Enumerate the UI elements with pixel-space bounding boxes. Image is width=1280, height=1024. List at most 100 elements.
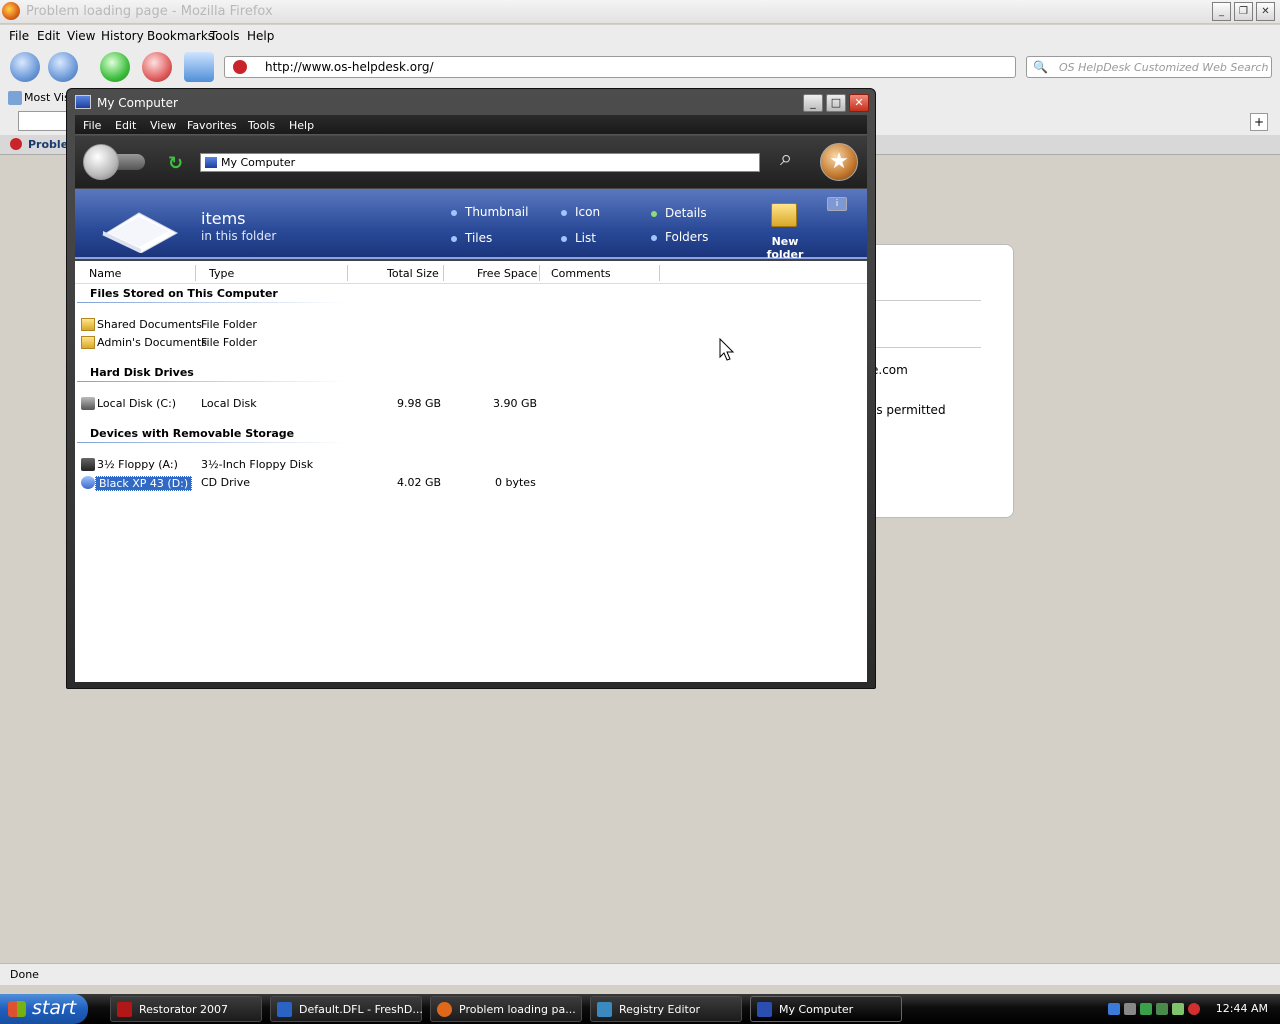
mc-menu-favorites[interactable]: Favorites	[187, 119, 237, 132]
mc-menu-edit[interactable]: Edit	[115, 119, 136, 132]
toolbar-input[interactable]	[18, 111, 68, 131]
menu-help[interactable]: Help	[247, 29, 274, 43]
list-item-local-disk-c[interactable]: Local Disk (C:) Local Disk 9.98 GB 3.90 …	[75, 395, 867, 413]
my-computer-window: My Computer _ □ ✕ File Edit View Favorit…	[66, 88, 876, 689]
minimize-button[interactable]: _	[1212, 2, 1231, 21]
column-free-space[interactable]: Free Space	[477, 267, 537, 280]
column-name[interactable]: Name	[89, 267, 121, 280]
group-header-files-stored[interactable]: Files Stored on This Computer	[90, 287, 278, 300]
reload-button[interactable]	[100, 52, 130, 82]
group-header-hard-disk-drives[interactable]: Hard Disk Drives	[90, 366, 194, 379]
back-button[interactable]	[10, 52, 40, 82]
freshdiagnose-icon	[277, 1002, 292, 1017]
item-name: Admin's Documents	[97, 336, 208, 349]
file-list: Name Type Total Size Free Space Comments…	[75, 261, 867, 682]
menu-file[interactable]: File	[9, 29, 29, 43]
my-computer-title: My Computer	[97, 96, 178, 110]
my-computer-titlebar[interactable]: My Computer _ □ ✕	[67, 89, 875, 117]
error-text-fragment-2: is permitted	[873, 403, 946, 417]
mc-minimize-button[interactable]: _	[803, 94, 823, 112]
mc-menu-file[interactable]: File	[83, 119, 101, 132]
info-icon[interactable]: i	[827, 197, 847, 211]
item-count-sublabel: in this folder	[201, 229, 277, 243]
search-engine-icon[interactable]: 🔍	[1033, 60, 1048, 74]
task-label: Default.DFL - FreshD...	[299, 1003, 423, 1016]
url-text: http://www.os-helpdesk.org/	[265, 60, 434, 74]
column-separator[interactable]	[195, 265, 196, 281]
mc-menu-view[interactable]: View	[150, 119, 176, 132]
tab-problem-loading[interactable]: Proble	[28, 138, 68, 151]
status-text: Done	[10, 968, 39, 981]
mc-maximize-button[interactable]: □	[826, 94, 846, 112]
item-total-size: 9.98 GB	[397, 397, 442, 410]
system-tray: 12:44 AM	[1100, 994, 1280, 1024]
computer-icon	[757, 1002, 772, 1017]
column-separator[interactable]	[443, 265, 444, 281]
close-button[interactable]: ✕	[1256, 2, 1275, 21]
restore-button[interactable]: ❐	[1234, 2, 1253, 21]
task-my-computer[interactable]: My Computer	[750, 996, 902, 1022]
view-folders[interactable]: Folders	[651, 230, 708, 244]
firefox-icon	[437, 1002, 452, 1017]
list-item-shared-documents[interactable]: Shared Documents File Folder	[75, 316, 867, 334]
mc-menu-tools[interactable]: Tools	[248, 119, 275, 132]
favorites-star-icon[interactable]: ★	[820, 143, 858, 181]
refresh-icon[interactable]: ↻	[168, 153, 183, 174]
view-icon[interactable]: Icon	[561, 205, 600, 219]
mc-back-button[interactable]	[83, 144, 119, 180]
task-restorator[interactable]: Restorator 2007	[110, 996, 262, 1022]
floppy-drive-icon	[81, 458, 95, 471]
column-type[interactable]: Type	[209, 267, 234, 280]
task-label: Registry Editor	[619, 1003, 701, 1016]
url-bar[interactable]: http://www.os-helpdesk.org/	[224, 56, 1016, 78]
menu-edit[interactable]: Edit	[37, 29, 60, 43]
menu-view[interactable]: View	[67, 29, 95, 43]
search-icon[interactable]: ⌕	[780, 146, 792, 171]
view-list[interactable]: List	[561, 231, 596, 245]
error-page-box: e.com is permitted	[870, 244, 1014, 518]
new-tab-plus-icon[interactable]: +	[1250, 113, 1268, 131]
antivirus-tray-icon[interactable]	[1188, 1003, 1200, 1015]
windows-logo-icon	[8, 1001, 26, 1017]
column-separator[interactable]	[347, 265, 348, 281]
start-label: start	[32, 997, 77, 1019]
group-underline	[77, 442, 345, 443]
device-tray-icon[interactable]	[1124, 1003, 1136, 1015]
network-tray-icon[interactable]	[1140, 1003, 1152, 1015]
column-comments[interactable]: Comments	[551, 267, 611, 280]
menu-history[interactable]: History	[101, 29, 144, 43]
address-text: My Computer	[221, 156, 296, 169]
column-separator[interactable]	[659, 265, 660, 281]
forward-button[interactable]	[48, 52, 78, 82]
task-default-dfl[interactable]: Default.DFL - FreshD...	[270, 996, 423, 1022]
home-button[interactable]	[184, 52, 214, 82]
view-tiles[interactable]: Tiles	[451, 231, 492, 245]
group-header-removable-storage[interactable]: Devices with Removable Storage	[90, 427, 294, 440]
new-folder-button[interactable]: New folder	[755, 197, 815, 261]
task-registry-editor[interactable]: Registry Editor	[590, 996, 742, 1022]
update-tray-icon[interactable]	[1172, 1003, 1184, 1015]
list-item-floppy-a[interactable]: 3½ Floppy (A:) 3½-Inch Floppy Disk	[75, 456, 867, 474]
search-bar[interactable]: 🔍 OS HelpDesk Customized Web Search	[1026, 56, 1272, 78]
menu-tools[interactable]: Tools	[210, 29, 240, 43]
view-thumbnail[interactable]: Thumbnail	[451, 205, 528, 219]
stop-button[interactable]	[142, 52, 172, 82]
column-total-size[interactable]: Total Size	[387, 267, 439, 280]
restorator-icon	[117, 1002, 132, 1017]
tab-error-icon	[10, 138, 22, 150]
menu-bookmarks[interactable]: Bookmarks	[147, 29, 214, 43]
download-tray-icon[interactable]	[1108, 1003, 1120, 1015]
address-bar[interactable]: My Computer	[200, 153, 760, 172]
bullet-icon	[451, 209, 457, 216]
mc-close-button[interactable]: ✕	[849, 94, 869, 112]
folder-icon	[81, 336, 95, 349]
security-tray-icon[interactable]	[1156, 1003, 1168, 1015]
list-item-cd-drive-d[interactable]: Black XP 43 (D:) CD Drive 4.02 GB 0 byte…	[75, 474, 867, 492]
start-button[interactable]: start	[0, 994, 88, 1024]
view-details[interactable]: Details	[651, 206, 707, 220]
mc-menu-help[interactable]: Help	[289, 119, 314, 132]
task-firefox[interactable]: Problem loading pa...	[430, 996, 582, 1022]
column-separator[interactable]	[539, 265, 540, 281]
item-count-label: items	[201, 209, 246, 228]
list-item-admins-documents[interactable]: Admin's Documents File Folder	[75, 334, 867, 352]
